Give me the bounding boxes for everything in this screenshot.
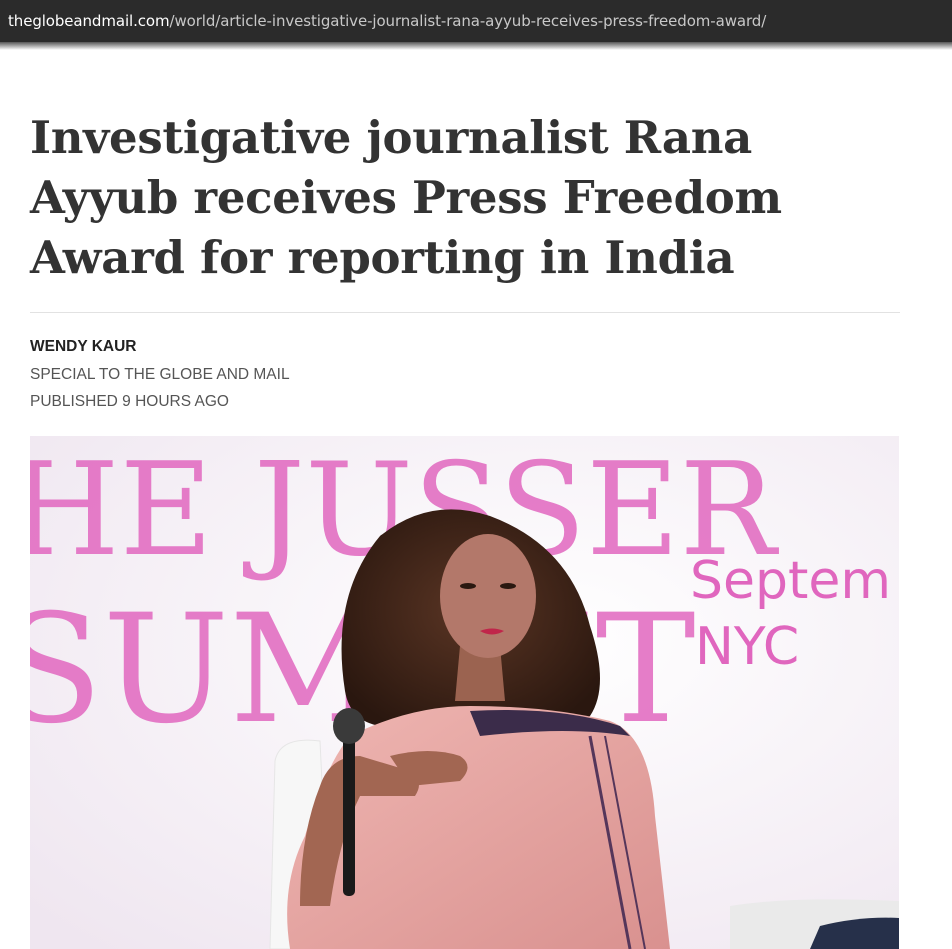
eye-right bbox=[500, 583, 516, 589]
face bbox=[440, 534, 536, 658]
article-headline: Investigative journalist Rana Ayyub rece… bbox=[30, 111, 782, 284]
url-path: /world/article-investigative-journalist-… bbox=[169, 12, 767, 30]
headline-divider bbox=[30, 312, 900, 313]
backdrop-city-text: NYC bbox=[695, 617, 799, 677]
byline: WENDY KAUR SPECIAL TO THE GLOBE AND MAIL… bbox=[30, 337, 630, 419]
microphone-head bbox=[333, 708, 365, 744]
author-affiliation: SPECIAL TO THE GLOBE AND MAIL bbox=[30, 366, 290, 383]
publish-time: PUBLISHED 9 HOURS AGO bbox=[30, 393, 229, 410]
backdrop-date-text: Septem bbox=[690, 551, 891, 611]
toolbar-shadow bbox=[0, 42, 952, 50]
eye-left bbox=[460, 583, 476, 589]
url-domain: theglobeandmail.com bbox=[8, 12, 170, 30]
address-bar[interactable]: theglobeandmail.com/world/article-invest… bbox=[0, 0, 952, 42]
microphone-handle bbox=[343, 736, 355, 896]
article-photo[interactable]: HE JUSSER SUMMIT Septem NYC bbox=[30, 436, 899, 949]
photo-illustration: HE JUSSER SUMMIT Septem NYC bbox=[30, 436, 899, 949]
url-text[interactable]: theglobeandmail.com/world/article-invest… bbox=[8, 12, 766, 30]
author-name[interactable]: WENDY KAUR bbox=[30, 337, 630, 357]
